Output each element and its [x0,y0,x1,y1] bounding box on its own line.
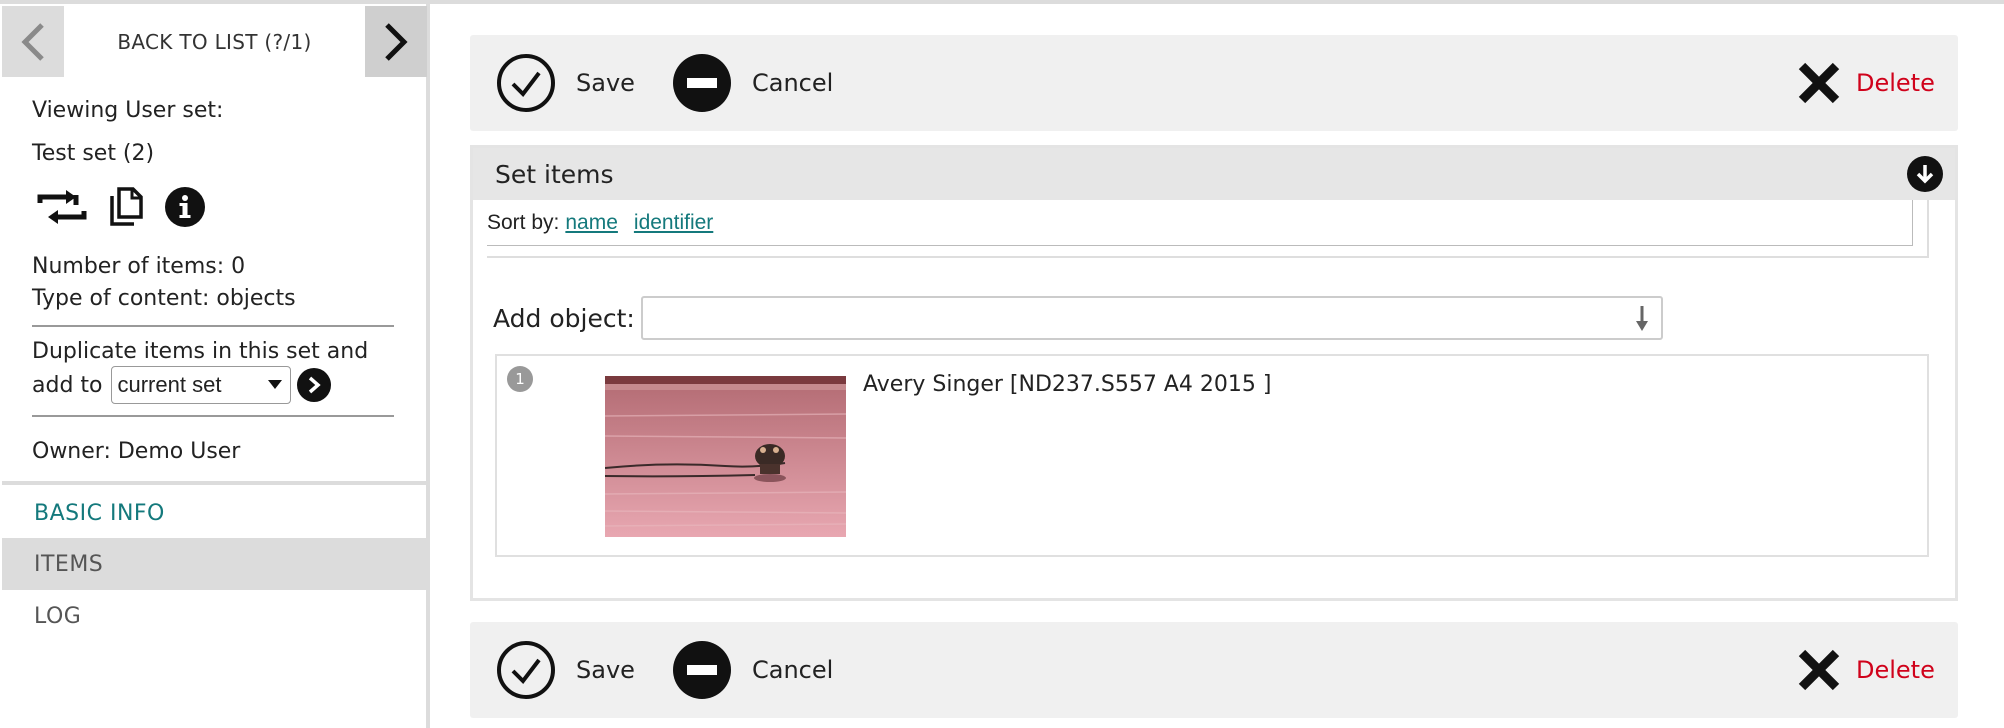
divider [32,415,394,417]
set-items-title: Set items [495,159,614,189]
cancel-label: Cancel [752,69,834,97]
record-navigation: BACK TO LIST (?/1) [2,6,427,77]
cancel-label: Cancel [752,656,834,684]
close-icon [1798,649,1840,691]
sort-by-label: Sort by: [487,210,560,234]
duplicate-items-text: Duplicate items in this set and [32,339,369,364]
delete-button[interactable]: Delete [1796,35,1935,131]
previous-record-button[interactable] [2,6,64,77]
duplicate-add-to-label: add to [32,372,103,398]
collapse-toggle-button[interactable] [1907,156,1943,192]
set-items-header: Set items [473,148,1955,200]
type-of-content: Type of content: objects [32,286,296,311]
arrow-down-icon[interactable] [1635,304,1649,332]
duplicate-target-value: current set [117,372,222,397]
action-bar-top: Save Cancel Delete [470,35,1958,131]
viewing-label: Viewing User set: [32,98,224,123]
check-circle-icon [497,54,555,112]
set-name: Test set (2) [32,141,155,166]
chevron-right-icon [308,376,321,394]
owner: Owner: Demo User [32,439,241,464]
item-thumbnail[interactable] [605,376,846,537]
set-tools [36,186,206,228]
chevron-left-icon [21,22,44,61]
duplicate-go-button[interactable] [296,368,331,402]
save-label: Save [576,656,635,684]
duplicate-items-row: add to current set [32,366,331,404]
sidebar: BACK TO LIST (?/1) Viewing User set: Tes… [0,0,430,728]
minus-circle-icon [673,54,731,112]
sidebar-item-log[interactable]: LOG [2,590,427,642]
divider [32,325,394,327]
close-icon [1798,62,1840,104]
arrow-down-icon [1916,165,1934,184]
swap-arrows-icon[interactable] [36,189,88,225]
sort-by-identifier-link[interactable]: identifier [634,211,713,235]
back-to-list-link[interactable]: BACK TO LIST (?/1) [64,6,365,77]
set-items-panel: Set items Sort by: name identifier Add o… [470,145,1958,601]
action-bar-bottom: Save Cancel Delete [470,622,1958,718]
sort-by-name-link[interactable]: name [565,211,618,235]
add-object-label: Add object: [493,303,635,333]
next-record-button[interactable] [365,6,427,77]
cancel-button[interactable]: Cancel [672,622,833,718]
check-circle-icon [497,641,555,699]
save-label: Save [576,69,635,97]
item-number-badge: 1 [507,366,533,392]
delete-label: Delete [1856,69,1935,97]
divider [430,0,2004,4]
number-of-items: Number of items: 0 [32,254,246,279]
item-title[interactable]: Avery Singer [ND237.S557 A4 2015 ] [863,372,1271,397]
minus-circle-icon [673,641,731,699]
dropdown-caret-icon [267,380,282,389]
copy-icon[interactable] [108,186,144,228]
add-object-row: Add object: [493,296,1663,340]
cancel-button[interactable]: Cancel [672,35,833,131]
delete-label: Delete [1856,656,1935,684]
save-button[interactable]: Save [496,622,635,718]
save-button[interactable]: Save [496,35,635,131]
delete-button[interactable]: Delete [1796,622,1935,718]
add-object-input[interactable] [640,296,1663,340]
sort-bar: Sort by: name identifier [487,200,1913,246]
sort-controls: Sort by: name identifier [487,200,1929,258]
sidebar-item-items[interactable]: ITEMS [2,538,427,590]
duplicate-target-select[interactable]: current set [110,366,291,404]
sidebar-item-basic-info[interactable]: BASIC INFO [2,487,427,539]
divider [2,481,427,485]
info-icon[interactable] [164,186,206,228]
list-item: 1 Avery Singer [ND237.S557 A4 2015] [495,354,1929,557]
chevron-right-icon [385,22,408,61]
